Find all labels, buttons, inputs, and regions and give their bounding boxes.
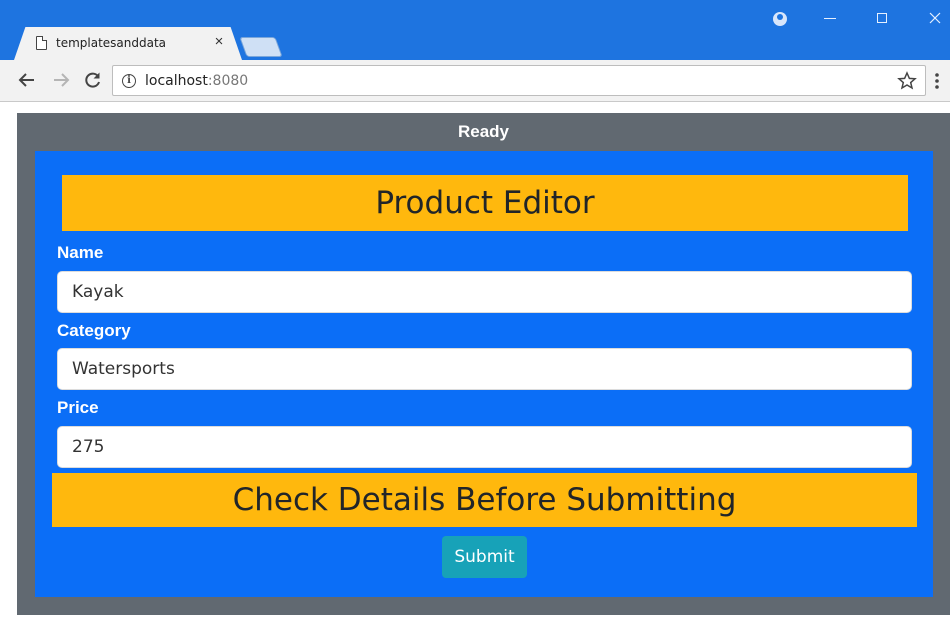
- url-text[interactable]: localhost:8080: [145, 73, 248, 89]
- arrow-left-icon: [18, 73, 34, 87]
- page-icon: [36, 36, 47, 50]
- page-viewport: Ready Product Editor Name Kayak Category…: [0, 103, 950, 627]
- browser-tab[interactable]: templatesanddata ×: [14, 27, 242, 60]
- menu-dots: [935, 73, 939, 89]
- product-editor-panel: Product Editor Name Kayak Category Water…: [35, 151, 933, 597]
- browser-titlebar: templatesanddata ×: [0, 0, 950, 60]
- kebab-menu-icon[interactable]: [934, 70, 940, 92]
- browser-toolbar: i localhost:8080: [0, 60, 950, 102]
- minimize-icon: [824, 18, 836, 19]
- name-label: Name: [57, 243, 104, 262]
- browser-chrome: templatesanddata × i localhost:8080: [0, 0, 950, 102]
- price-label: Price: [57, 398, 99, 417]
- window-close-button[interactable]: [925, 8, 945, 28]
- minimize-button[interactable]: [820, 8, 840, 28]
- maximize-icon: [877, 13, 887, 23]
- new-tab-button[interactable]: [239, 37, 283, 57]
- maximize-button[interactable]: [872, 8, 892, 28]
- tab-close-icon[interactable]: ×: [210, 33, 228, 51]
- editor-title: Product Editor: [62, 175, 908, 231]
- url-port: :8080: [207, 73, 249, 89]
- address-bar[interactable]: i localhost:8080: [112, 65, 926, 96]
- info-icon[interactable]: i: [122, 74, 136, 88]
- status-text: Ready: [457, 122, 510, 141]
- forward-button[interactable]: [50, 69, 72, 91]
- profile-icon[interactable]: [773, 12, 787, 26]
- name-input[interactable]: Kayak: [57, 271, 912, 313]
- category-input[interactable]: Watersports: [57, 348, 912, 390]
- reload-button[interactable]: [82, 69, 104, 91]
- submit-button[interactable]: Submit: [442, 536, 527, 578]
- url-host: localhost: [145, 73, 208, 89]
- app-frame: Ready Product Editor Name Kayak Category…: [17, 113, 950, 615]
- back-button[interactable]: [16, 69, 38, 91]
- reload-icon: [85, 72, 100, 88]
- category-label: Category: [57, 321, 131, 340]
- price-input[interactable]: 275: [57, 426, 912, 468]
- check-details-banner: Check Details Before Submitting: [52, 473, 917, 527]
- close-icon: [929, 12, 941, 24]
- arrow-right-icon: [54, 73, 70, 87]
- tab-title: templatesanddata: [56, 36, 167, 50]
- star-icon[interactable]: [897, 71, 917, 91]
